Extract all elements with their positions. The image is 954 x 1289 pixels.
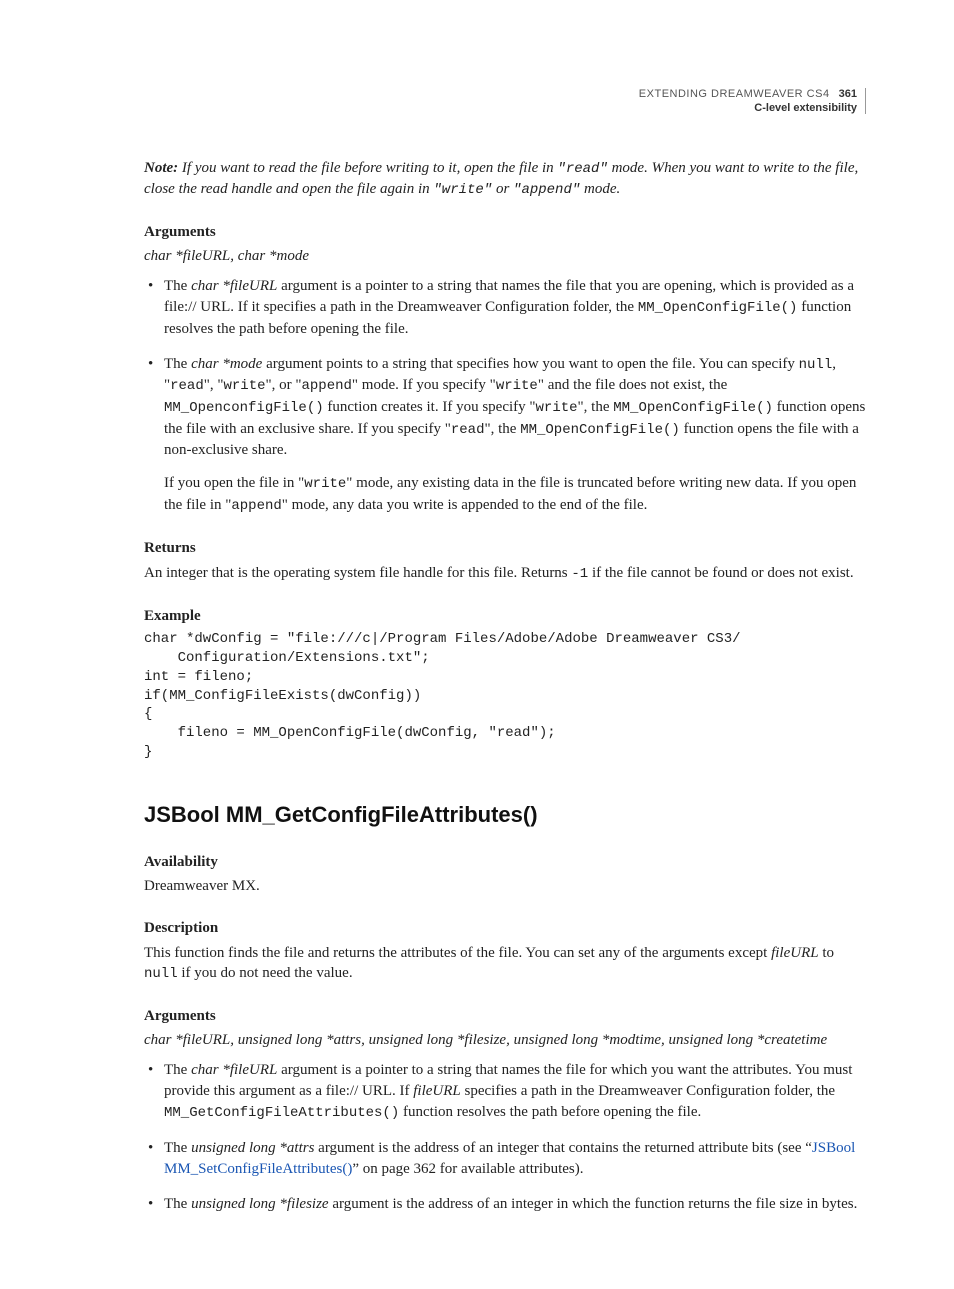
example-code: char *dwConfig = "file:///c|/Program Fil… bbox=[144, 630, 866, 762]
list-item: The char *fileURL argument is a pointer … bbox=[164, 1060, 866, 1124]
description-heading: Description bbox=[144, 918, 866, 938]
document-page: EXTENDING DREAMWEAVER CS4 361 C-level ex… bbox=[0, 0, 954, 1289]
function-heading: JSBool MM_GetConfigFileAttributes() bbox=[144, 800, 866, 830]
arguments-signature: char *fileURL, char *mode bbox=[144, 246, 866, 266]
arguments-list: The char *fileURL argument is a pointer … bbox=[144, 276, 866, 516]
list-item: The char *fileURL argument is a pointer … bbox=[164, 276, 866, 340]
note-label: Note: bbox=[144, 160, 178, 176]
returns-text: An integer that is the operating system … bbox=[144, 563, 866, 584]
chapter-title: C-level extensibility bbox=[639, 102, 857, 114]
page-body: Note: If you want to read the file befor… bbox=[144, 158, 866, 1215]
arguments2-heading: Arguments bbox=[144, 1006, 866, 1026]
arguments2-signature: char *fileURL, unsigned long *attrs, uns… bbox=[144, 1030, 866, 1050]
note-paragraph: Note: If you want to read the file befor… bbox=[144, 158, 866, 200]
page-number: 361 bbox=[833, 88, 857, 100]
doc-title: EXTENDING DREAMWEAVER CS4 bbox=[639, 88, 830, 100]
availability-text: Dreamweaver MX. bbox=[144, 876, 866, 896]
example-heading: Example bbox=[144, 606, 866, 626]
list-item: The char *mode argument points to a stri… bbox=[164, 354, 866, 517]
arguments-heading: Arguments bbox=[144, 222, 866, 242]
page-header: EXTENDING DREAMWEAVER CS4 361 C-level ex… bbox=[639, 88, 866, 114]
availability-heading: Availability bbox=[144, 852, 866, 872]
arguments2-list: The char *fileURL argument is a pointer … bbox=[144, 1060, 866, 1215]
description-text: This function finds the file and returns… bbox=[144, 943, 866, 984]
list-item: The unsigned long *attrs argument is the… bbox=[164, 1138, 866, 1180]
returns-heading: Returns bbox=[144, 538, 866, 558]
list-item: The unsigned long *filesize argument is … bbox=[164, 1194, 866, 1215]
